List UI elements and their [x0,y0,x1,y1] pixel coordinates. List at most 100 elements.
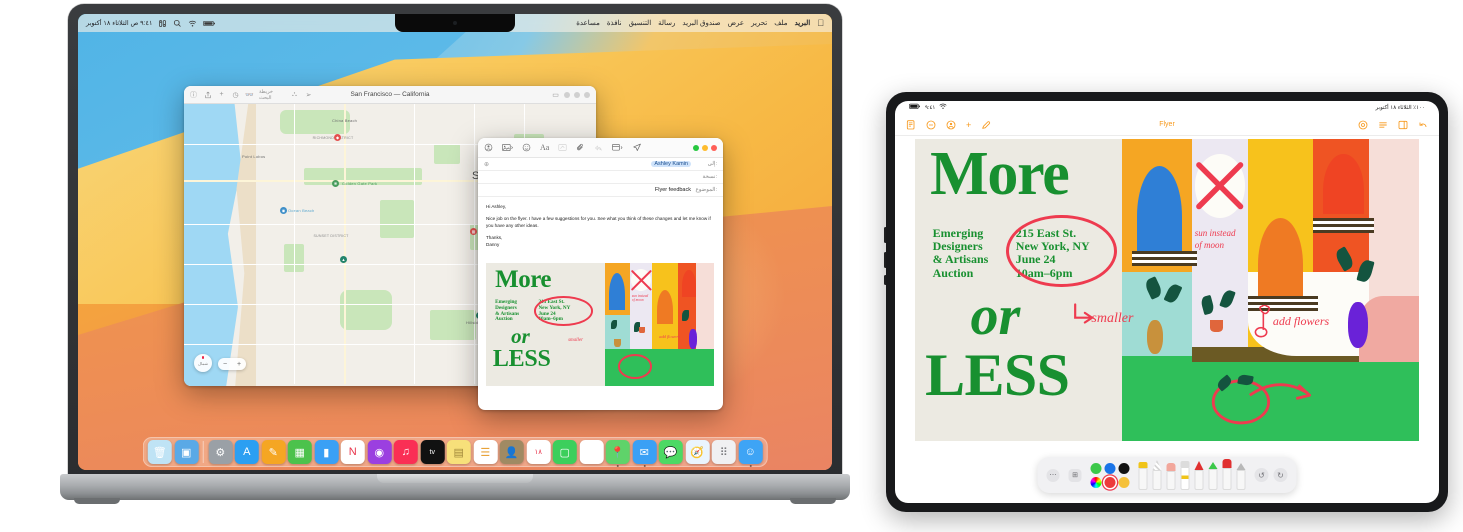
palette-redo-button[interactable]: ↻ [1273,468,1288,482]
photo-browser-icon[interactable] [502,143,513,152]
shapes-icon[interactable] [946,120,956,130]
palette-add-button[interactable]: ⊞ [1068,468,1082,482]
ipad-toolbar[interactable]: + Flyer [895,114,1439,136]
dock-item-mail[interactable]: ✉ [632,440,657,467]
map-poi-pin-park[interactable]: ▲ [340,256,347,263]
menu-item-mail[interactable]: البريد [795,19,811,27]
dock-item-screenshot[interactable]: ▣ [174,440,199,464]
markup-pen-icon[interactable] [981,120,991,130]
maps-titlebar[interactable]: ⓘ + ◷ 👓 خريطة البحث ⛬ ➢ San Francisco — … [184,86,596,104]
tool-eraser[interactable] [1166,463,1176,490]
reply-icon[interactable] [594,143,603,152]
color-swatch-yellow[interactable] [1118,476,1130,488]
mail-cc-row[interactable]: نسخة: [478,171,723,184]
dock-item-notes[interactable]: ▤ [446,440,471,464]
send-icon[interactable] [632,143,642,152]
palette-more-button[interactable]: ⋯ [1046,468,1060,482]
search-icon[interactable] [173,19,182,28]
dock-item-reminders[interactable]: ☰ [473,440,498,464]
map-zoom-out-button[interactable]: − [223,361,227,368]
undo-redo-group[interactable]: ↺ ↻ [1254,468,1288,482]
dock-item-messages[interactable]: 💬 [658,440,683,464]
map-zoom-controls[interactable]: − + [218,358,246,370]
control-center-icon[interactable] [158,19,167,28]
mail-body[interactable]: Hi Ashley, Nice job on the flyer. I have… [478,197,723,410]
wifi-icon[interactable] [188,19,197,28]
color-swatch-green[interactable] [1090,462,1102,474]
tool-ruler-pencil[interactable] [1152,460,1162,490]
menu-bar-app-menus[interactable]:  البريد ملف تحرير عرض صندوق البريد رسال… [576,18,824,28]
mail-flyer-attachment[interactable]: More Emerging Designers & Artisans Aucti… [486,263,714,386]
recipient-token[interactable]: Ashley Kamin [651,161,691,167]
tool-paint-tube[interactable] [1180,461,1190,490]
menu-icon[interactable] [1378,120,1388,130]
share-icon[interactable] [203,90,212,99]
markup-tool-palette[interactable]: ⋯ ⊞ ↺ ↻ [1037,457,1297,493]
dock-item-system-settings[interactable]: ⚙ [208,440,233,464]
drawing-tools[interactable] [1138,459,1246,490]
map-compass[interactable]: شمال [194,354,212,372]
tool-green-pen[interactable] [1208,462,1218,490]
info-icon[interactable]: ⓘ [189,90,198,99]
mail-subject-row[interactable]: الموضوع: Flyer feedback [478,184,723,197]
dock-item-photos[interactable]: ❀ [579,440,604,464]
ipad-toolbar-left[interactable]: + [906,120,991,130]
menu-bar-status-area[interactable]: ٩:٤١ ص الثلاثاء ١٨ أكتوبر [86,19,216,28]
maps-maximize-button[interactable] [584,91,590,98]
emoji-icon[interactable] [522,143,531,152]
color-swatch-black[interactable] [1118,462,1130,474]
ipad-toolbar-right[interactable] [1358,120,1428,130]
dock-item-safari[interactable]: 🧭 [685,440,710,464]
tool-red-brush[interactable] [1222,459,1232,490]
layout-icon[interactable] [1398,120,1408,130]
color-swatch-blue[interactable] [1104,462,1116,474]
mail-toolbar[interactable]: Aa [478,138,723,158]
format-icon[interactable]: Aa [540,143,549,152]
maps-minimize-button[interactable] [574,91,580,98]
menu-item-format[interactable]: التنسيق [629,19,652,27]
minus-circle-icon[interactable] [926,120,936,130]
dock-item-contacts[interactable]: 👤 [499,440,524,464]
color-swatches[interactable] [1090,462,1130,488]
map-poi-pin-ggpark[interactable]: ❋ [332,180,339,187]
map-poi-pin-1[interactable]: ◆ [334,134,341,141]
dock-item-appletv[interactable]: tv [420,440,445,464]
dock-item-maps[interactable]: 📍 [605,440,630,467]
palette-undo-button[interactable]: ↺ [1254,468,1269,482]
markup-icon[interactable] [558,143,567,152]
mail-maximize-button[interactable] [693,144,699,151]
dock-item-facetime[interactable]: ▢ [552,440,577,464]
map-zoom-in-button[interactable]: + [237,361,241,368]
menu-item-file[interactable]: ملف [774,19,787,27]
dock-item-trash[interactable]: 🗑 [147,440,172,464]
menu-item-help[interactable]: مساعدة [576,19,600,27]
undo-icon[interactable] [1418,120,1428,130]
glasses-icon[interactable]: 👓 [245,90,254,99]
maps-close-button[interactable] [564,91,570,98]
mail-subject-value[interactable]: Flyer feedback [484,187,691,193]
dock-item-pages[interactable]: ✎ [261,440,286,464]
attach-icon[interactable] [576,143,585,152]
dock-item-calendar[interactable]: ١٨ [526,440,551,464]
dock-item-numbers[interactable]: ▦ [287,440,312,464]
map-poi-pin-ocean-beach[interactable]: ◉ [280,207,287,214]
maps-search-field[interactable]: خريطة البحث [259,89,285,101]
dock-item-news[interactable]: N [340,440,365,464]
mail-close-button[interactable] [711,144,717,151]
dock-item-launchpad[interactable]: ⠿ [711,440,736,464]
tool-pencil[interactable] [1236,463,1246,490]
dock-item-music[interactable]: ♫ [393,440,418,464]
battery-icon[interactable] [203,19,216,28]
transit-icon[interactable]: ⛬ [290,90,299,99]
dock-item-keynote[interactable]: ▮ [314,440,339,464]
menu-item-edit[interactable]: تحرير [751,19,767,27]
contacts-icon[interactable] [484,143,493,152]
document-icon[interactable] [906,119,916,130]
macos-dock[interactable]: 🗑 ▣ ⚙ A ✎ ▦ ▮ N ◉ ♫ tv ▤ ☰ 👤 ١٨ ▢ ❀ 📍 ✉ [142,437,768,467]
tool-red-marker[interactable] [1194,461,1204,490]
add-icon[interactable]: + [217,90,226,99]
menu-bar-clock[interactable]: ٩:٤١ ص الثلاثاء ١٨ أكتوبر [86,19,152,27]
sidebar-icon[interactable]: ▭ [551,90,560,99]
add-icon[interactable]: + [966,120,971,130]
ipad-flyer-canvas[interactable]: More Emerging Designers & Artisans Aucti… [915,139,1419,441]
